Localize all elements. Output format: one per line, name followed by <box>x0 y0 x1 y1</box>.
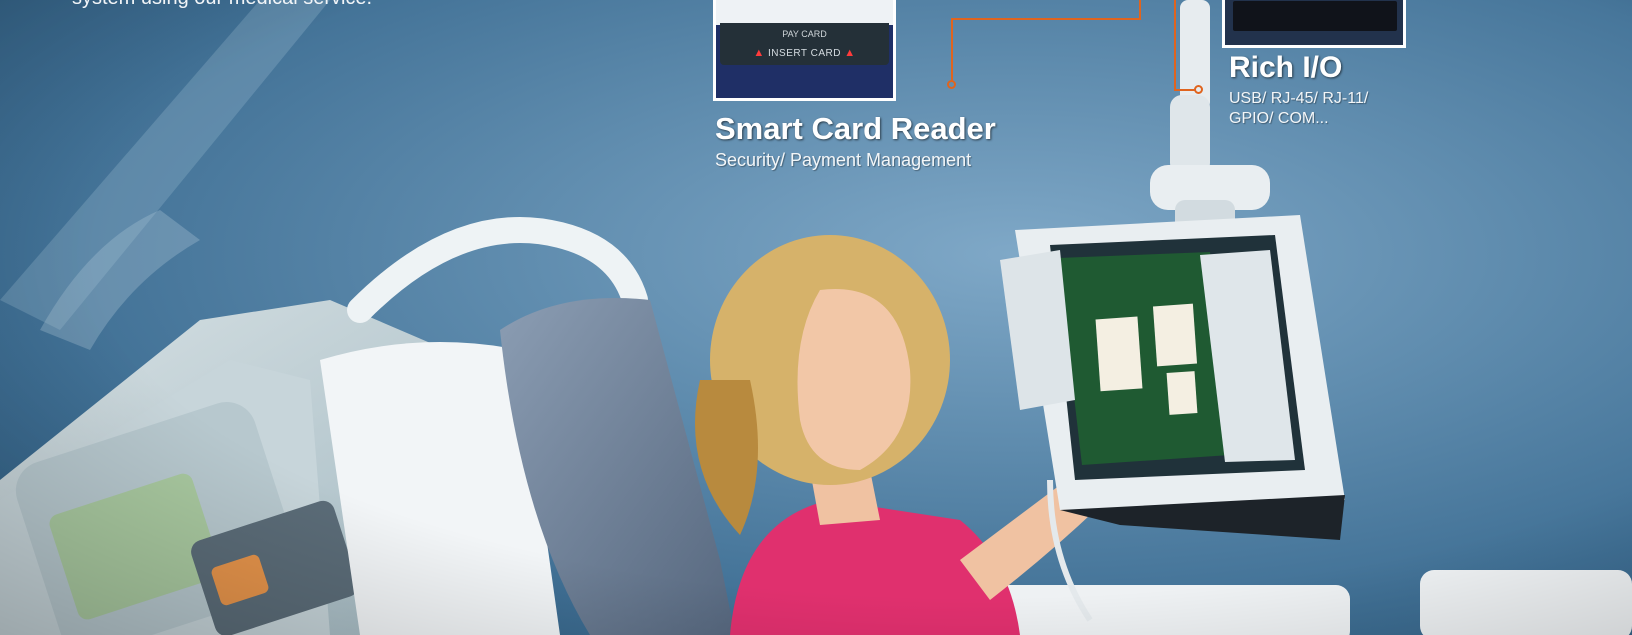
card-reader-panel: PAY CARD ▲ INSERT CARD ▲ <box>720 23 889 65</box>
warning-icon: ▲ <box>844 47 856 59</box>
smart-card-title: Smart Card Reader <box>715 111 996 146</box>
card-slot <box>716 0 893 25</box>
io-port-panel <box>1233 1 1397 31</box>
pay-card-label: PAY CARD <box>782 29 827 39</box>
rich-io-title: Rich I/O <box>1229 51 1343 84</box>
card-connector-top <box>1139 0 1141 20</box>
smart-card-thumbnail: PAY CARD ▲ INSERT CARD ▲ <box>713 0 896 101</box>
intro-text: system using our medical service. <box>72 0 372 10</box>
rich-io-subtitle-line1: USB/ RJ-45/ RJ-11/ <box>1229 90 1369 107</box>
card-connector-vertical <box>951 18 953 82</box>
card-connector-horizontal <box>951 18 1141 20</box>
rich-io-thumbnail <box>1222 0 1406 48</box>
stage: { "intro": { "text": "system using our m… <box>0 0 1632 635</box>
io-connector-vertical <box>1174 0 1176 90</box>
smart-card-subtitle: Security/ Payment Management <box>715 150 972 170</box>
rich-io-subtitle-line2: GPIO/ COM... <box>1229 110 1329 127</box>
io-connector-horizontal <box>1174 89 1196 91</box>
card-connector-dot <box>947 80 956 89</box>
io-connector-dot <box>1194 85 1203 94</box>
warning-icon: ▲ <box>753 47 765 59</box>
insert-card-label: ▲ INSERT CARD ▲ <box>753 47 856 59</box>
